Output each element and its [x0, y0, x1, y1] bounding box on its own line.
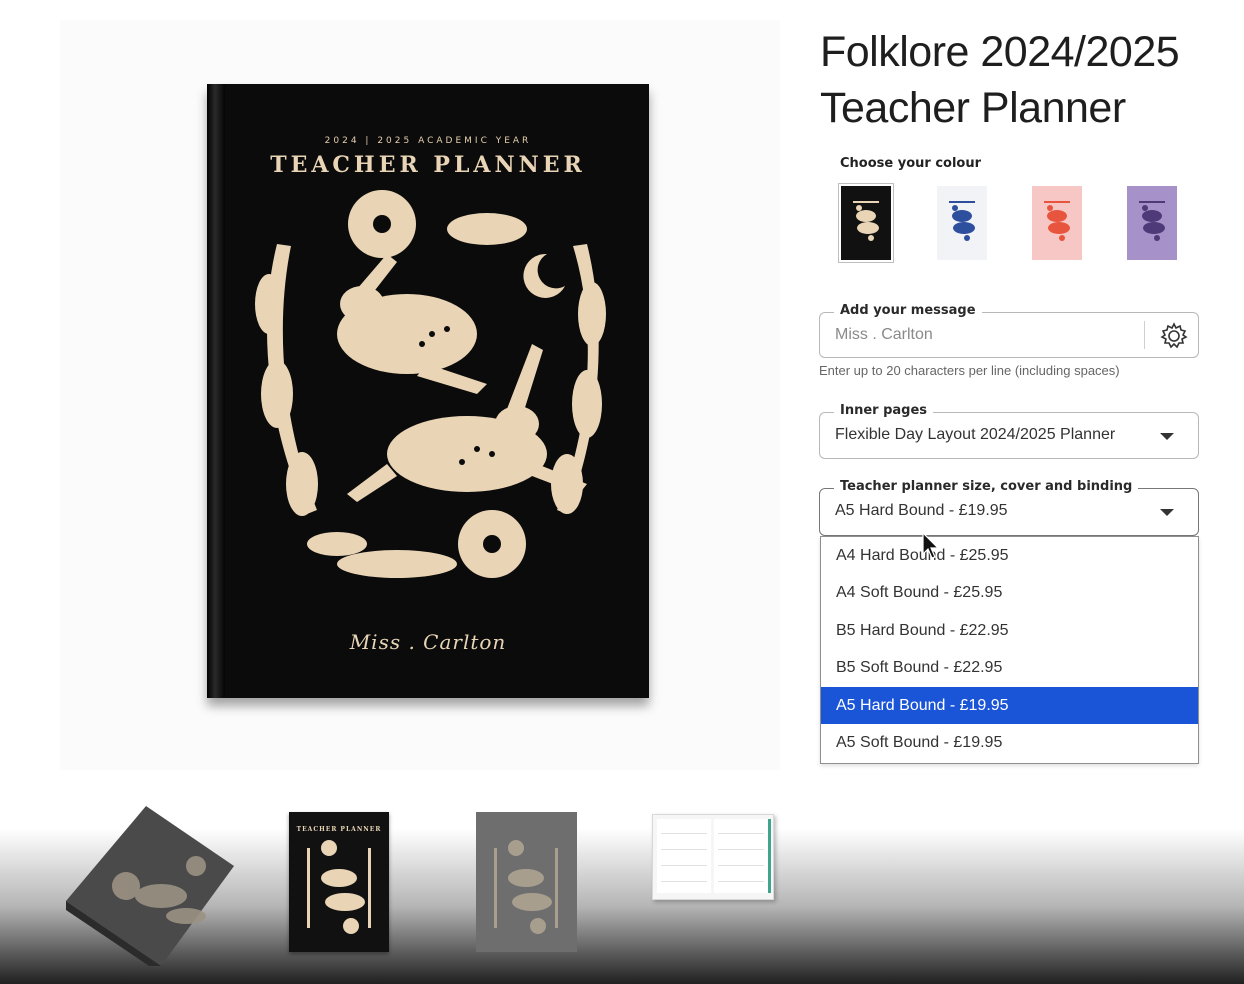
- inner-pages-value: Flexible Day Layout 2024/2025 Planner: [835, 426, 1116, 443]
- swatch-black-art: [853, 201, 879, 241]
- folklore-hares-illustration: [255, 190, 606, 578]
- colour-swatch-black[interactable]: [838, 183, 894, 263]
- message-divider: [1144, 321, 1145, 349]
- product-title-line-1: Folklore 2024/2025: [820, 28, 1180, 76]
- swatch-purple-art: [1139, 201, 1165, 241]
- size-binding-select[interactable]: Teacher planner size, cover and binding …: [819, 479, 1199, 536]
- gear-icon[interactable]: [1160, 322, 1188, 350]
- cover-title-text: TEACHER PLANNER: [270, 152, 586, 178]
- inner-pages-legend: Inner pages: [834, 403, 934, 418]
- thumbnail-title: TEACHER PLANNER: [296, 826, 382, 833]
- angled-planner-image: [66, 806, 234, 974]
- size-option-a4-soft[interactable]: A4 Soft Bound - £25.95: [821, 574, 1198, 611]
- inner-page-right: [714, 819, 768, 893]
- thumbnail-angled-view[interactable]: [66, 806, 234, 974]
- chevron-down-icon: [1160, 433, 1174, 440]
- chevron-down-icon: [1160, 509, 1174, 516]
- product-page: 2024 | 2025 ACADEMIC YEAR TEACHER PLANNE…: [0, 0, 1244, 984]
- product-title: Folklore 2024/2025 Teacher Planner: [820, 24, 1220, 136]
- thumbnail-front-cover[interactable]: TEACHER PLANNER: [289, 812, 389, 952]
- swatch-blue-art: [949, 201, 975, 241]
- colour-swatch-purple[interactable]: [1125, 184, 1179, 262]
- inner-pages-select[interactable]: Inner pages Flexible Day Layout 2024/202…: [819, 403, 1199, 459]
- thumbnail-inner-pages[interactable]: [652, 814, 774, 900]
- size-binding-value: A5 Hard Bound - £19.95: [835, 502, 1008, 519]
- message-field: Add your message Miss . Carlton: [819, 303, 1199, 358]
- colour-swatch-pink[interactable]: [1030, 184, 1084, 262]
- thumbnail-grey-art: [494, 840, 558, 934]
- size-option-a4-hard[interactable]: A4 Hard Bound - £25.95: [821, 537, 1198, 574]
- size-binding-dropdown: A4 Hard Bound - £25.95 A4 Soft Bound - £…: [820, 536, 1199, 764]
- inner-page-left: [657, 819, 711, 893]
- cover-signature: Miss . Carlton: [349, 630, 507, 654]
- planner-cover: 2024 | 2025 ACADEMIC YEAR TEACHER PLANNE…: [207, 84, 649, 698]
- size-binding-legend: Teacher planner size, cover and binding: [834, 479, 1139, 494]
- cover-year-text: 2024 | 2025 ACADEMIC YEAR: [324, 136, 532, 146]
- message-hint: Enter up to 20 characters per line (incl…: [819, 363, 1120, 378]
- size-option-b5-soft[interactable]: B5 Soft Bound - £22.95: [821, 649, 1198, 686]
- colour-swatch-blue[interactable]: [935, 184, 989, 262]
- product-title-line-2: Teacher Planner: [820, 84, 1126, 132]
- message-legend: Add your message: [834, 303, 982, 318]
- colour-label: Choose your colour: [840, 156, 982, 171]
- page-edge-tab: [768, 819, 771, 893]
- thumbnail-grey-cover[interactable]: [476, 812, 577, 952]
- size-option-a5-hard[interactable]: A5 Hard Bound - £19.95: [821, 687, 1198, 724]
- message-input[interactable]: Miss . Carlton: [835, 326, 933, 344]
- thumbnail-art: [307, 840, 371, 934]
- mouse-cursor-icon: [922, 532, 940, 559]
- size-option-a5-soft[interactable]: A5 Soft Bound - £19.95: [821, 724, 1198, 761]
- swatch-pink-art: [1044, 201, 1070, 241]
- size-option-b5-hard[interactable]: B5 Hard Bound - £22.95: [821, 612, 1198, 649]
